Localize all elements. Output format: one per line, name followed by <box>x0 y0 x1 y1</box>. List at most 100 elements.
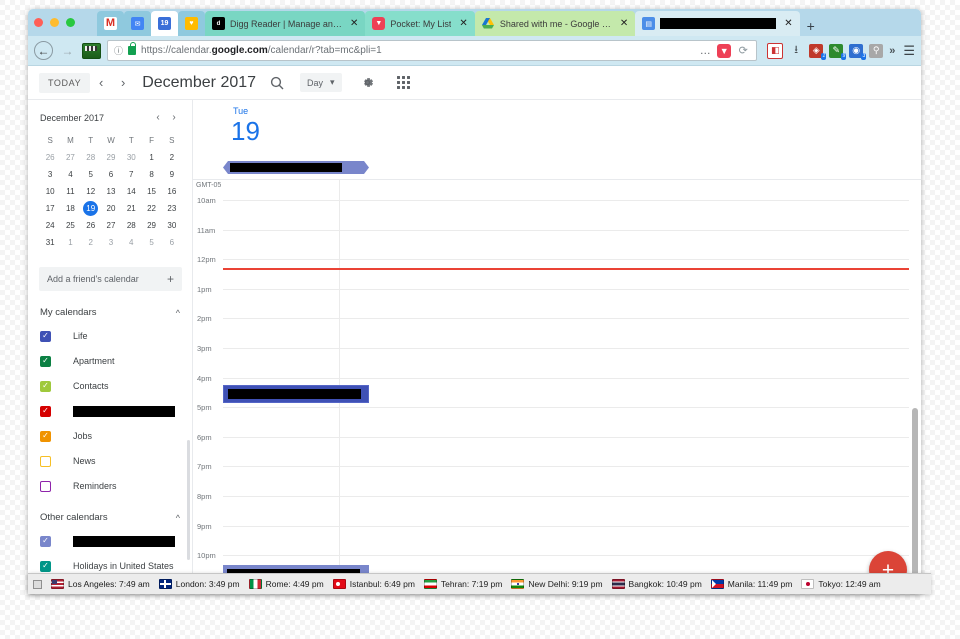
mini-calendar-day[interactable]: 26 <box>40 149 60 166</box>
mini-calendar-day[interactable]: 7 <box>121 166 141 183</box>
close-icon[interactable]: ✕ <box>350 18 358 29</box>
inbox-tab[interactable]: ✉ <box>124 11 151 36</box>
tab-google-drive[interactable]: Shared with me - Google Drive ✕ <box>474 11 636 36</box>
mini-calendar-day[interactable]: 19 <box>81 200 101 217</box>
mini-calendar-day[interactable]: 17 <box>40 200 60 217</box>
today-button[interactable]: TODAY <box>39 72 91 93</box>
world-clock-item[interactable]: New Delhi: 9:19 pm <box>511 579 603 589</box>
mini-calendar-day[interactable]: 31 <box>40 234 60 251</box>
mini-calendar-day[interactable]: 3 <box>40 166 60 183</box>
forward-button[interactable]: → <box>59 42 76 59</box>
gear-icon[interactable] <box>360 75 375 90</box>
new-tab-button[interactable]: + <box>800 19 822 36</box>
mini-calendar-day[interactable]: 24 <box>40 217 60 234</box>
chevron-up-icon[interactable]: ^ <box>176 513 180 523</box>
mini-calendar-day[interactable]: 1 <box>60 234 80 251</box>
tab-redacted[interactable]: ▤ ✕ <box>635 11 800 36</box>
calendar-checkbox[interactable] <box>40 455 51 467</box>
previous-period-button[interactable]: ‹ <box>90 75 112 90</box>
calendar-checkbox[interactable]: ✓ <box>40 405 51 417</box>
my-calendar-item[interactable]: ✓ <box>28 401 192 421</box>
world-clock-item[interactable]: Manila: 11:49 pm <box>710 579 792 589</box>
my-calendars-header[interactable]: My calendars ^ <box>40 307 180 318</box>
close-window-button[interactable] <box>34 18 43 27</box>
close-icon[interactable]: ✕ <box>459 18 467 29</box>
mini-calendar-day[interactable]: 29 <box>141 217 161 234</box>
all-day-event[interactable] <box>223 161 369 174</box>
next-period-button[interactable]: › <box>112 75 134 90</box>
plus-icon[interactable]: + <box>167 272 174 286</box>
mini-calendar-day[interactable]: 22 <box>141 200 161 217</box>
overflow-icon[interactable]: … <box>698 44 712 58</box>
mini-calendar-day[interactable]: 4 <box>60 166 80 183</box>
mini-calendar-day[interactable]: 5 <box>141 234 161 251</box>
day-view-scrollbar[interactable] <box>912 408 918 594</box>
mini-calendar-day[interactable]: 9 <box>162 166 182 183</box>
world-clock-item[interactable]: Istanbul: 6:49 pm <box>332 579 415 589</box>
my-calendar-item[interactable]: ✓ Jobs <box>28 426 192 446</box>
calendar-checkbox[interactable]: ✓ <box>40 380 51 392</box>
search-icon[interactable] <box>270 76 284 90</box>
mini-calendar-day[interactable]: 11 <box>60 183 80 200</box>
other-calendar-item[interactable]: ✓ <box>28 531 192 551</box>
sidebar-toggle-icon[interactable]: ◧ <box>767 42 784 59</box>
mini-calendar-day[interactable]: 21 <box>121 200 141 217</box>
mini-calendar-day[interactable]: 2 <box>162 149 182 166</box>
keep-tab[interactable]: ♥ <box>178 11 205 36</box>
my-calendar-item[interactable]: ✓ Apartment <box>28 351 192 371</box>
browser-menu-icon[interactable]: ☰ <box>901 43 915 59</box>
my-calendar-item[interactable]: ✓ Life <box>28 326 192 346</box>
view-selector[interactable]: Day ▾ <box>300 73 342 92</box>
mini-calendar-day[interactable]: 15 <box>141 183 161 200</box>
calendar-checkbox[interactable]: ✓ <box>40 330 51 342</box>
person-extension-icon[interactable]: ⚲ <box>869 43 884 58</box>
mini-calendar-day[interactable]: 8 <box>141 166 161 183</box>
mini-calendar-day[interactable]: 30 <box>162 217 182 234</box>
mini-calendar-day[interactable]: 13 <box>101 183 121 200</box>
mini-calendar-day[interactable]: 23 <box>162 200 182 217</box>
extension-icon-left[interactable] <box>82 42 101 59</box>
mini-calendar-day[interactable]: 6 <box>101 166 121 183</box>
mini-calendar-day[interactable]: 29 <box>101 149 121 166</box>
close-icon[interactable]: ✕ <box>784 18 792 29</box>
more-extensions-icon[interactable]: » <box>889 45 895 57</box>
mini-calendar-day-selected[interactable]: 19 <box>83 201 99 216</box>
world-clock-item[interactable]: Tehran: 7:19 pm <box>423 579 502 589</box>
mini-calendar-day[interactable]: 20 <box>101 200 121 217</box>
mini-calendar-day[interactable]: 26 <box>81 217 101 234</box>
world-clock-item[interactable]: Los Angeles: 7:49 am <box>51 579 150 589</box>
my-calendar-item[interactable]: Reminders <box>28 476 192 496</box>
add-friend-calendar-input[interactable]: Add a friend's calendar + <box>39 267 182 291</box>
chevron-up-icon[interactable]: ^ <box>176 308 180 318</box>
window-controls[interactable] <box>34 18 75 27</box>
mini-calendar-day[interactable]: 28 <box>81 149 101 166</box>
evernote-extension-icon[interactable]: ✎ 9 <box>829 43 847 60</box>
other-calendars-header[interactable]: Other calendars ^ <box>40 512 180 523</box>
mini-calendar-day[interactable]: 3 <box>101 234 121 251</box>
mini-calendar-day[interactable]: 18 <box>60 200 80 217</box>
reload-icon[interactable]: ⟳ <box>736 44 750 58</box>
mini-calendar-day[interactable]: 14 <box>121 183 141 200</box>
pocket-save-icon[interactable]: ▼ <box>717 43 732 58</box>
minimize-window-button[interactable] <box>50 18 59 27</box>
status-bar-handle[interactable] <box>33 579 42 589</box>
calendar-tab[interactable]: 19 <box>151 11 178 36</box>
mini-calendar-day[interactable]: 5 <box>81 166 101 183</box>
download-icon[interactable]: ⭳ <box>789 44 803 58</box>
world-clock-item[interactable]: Rome: 4:49 pm <box>248 579 324 589</box>
calendar-checkbox[interactable]: ✓ <box>40 430 51 442</box>
event-2pm[interactable] <box>223 385 369 403</box>
mini-calendar-day[interactable]: 25 <box>60 217 80 234</box>
calendar-checkbox[interactable]: ✓ <box>40 560 51 572</box>
mini-calendar-day[interactable]: 12 <box>81 183 101 200</box>
close-icon[interactable]: ✕ <box>620 18 628 29</box>
shield-extension-icon[interactable]: ◈ 1 <box>809 43 827 60</box>
mini-calendar-next[interactable]: › <box>166 112 182 123</box>
calendar-checkbox[interactable]: ✓ <box>40 355 51 367</box>
mini-calendar-day[interactable]: 10 <box>40 183 60 200</box>
world-clock-item[interactable]: Tokyo: 12:49 am <box>801 579 881 589</box>
mini-calendar-day[interactable]: 27 <box>60 149 80 166</box>
tab-digg-reader[interactable]: d Digg Reader | Manage and Rea… ✕ <box>205 11 366 36</box>
sidebar-scrollbar[interactable] <box>187 440 190 560</box>
mini-calendar-day[interactable]: 27 <box>101 217 121 234</box>
